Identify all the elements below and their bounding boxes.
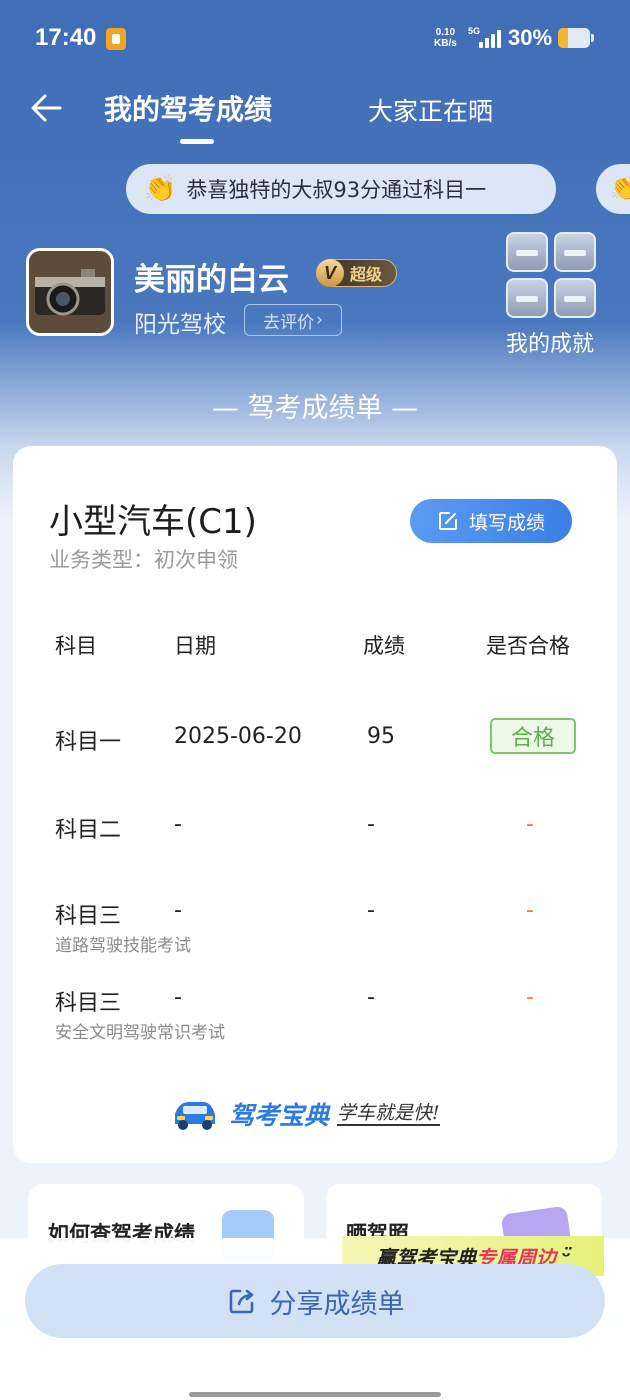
row-date: - bbox=[174, 812, 182, 837]
fill-score-label: 填写成绩 bbox=[468, 511, 545, 534]
row-score: - bbox=[367, 985, 375, 1010]
row-subtitle: 道路驾驶技能考试 bbox=[55, 936, 191, 956]
net-speed: 0.10 KB/s bbox=[434, 27, 457, 49]
row-date: - bbox=[174, 898, 182, 923]
back-arrow-icon[interactable] bbox=[28, 88, 68, 128]
row-score: - bbox=[367, 898, 375, 923]
avatar[interactable] bbox=[26, 248, 114, 336]
congrats-ticker[interactable]: 👏 恭喜独特的大叔93分通过科目一 bbox=[126, 164, 556, 214]
tab-my-scores[interactable]: 我的驾考成绩 bbox=[104, 88, 272, 128]
row-date: - bbox=[174, 985, 182, 1010]
notification-icon bbox=[106, 28, 126, 50]
home-indicator[interactable] bbox=[189, 1392, 441, 1397]
edit-icon bbox=[438, 512, 457, 530]
row-date: 2025-06-20 bbox=[174, 724, 302, 749]
row-subject: 科目三 bbox=[55, 904, 122, 929]
clapping-hands-icon: 👏 bbox=[610, 174, 630, 202]
row-subject: 科目一 bbox=[55, 730, 122, 755]
clapping-hands-icon: 👏 bbox=[144, 174, 177, 204]
vip-level: 超级 bbox=[350, 265, 383, 284]
achievement-badges[interactable] bbox=[506, 232, 598, 320]
row-subtitle: 安全文明驾驶常识考试 bbox=[55, 1023, 225, 1043]
brand-slogan: 学车就是快! bbox=[337, 1102, 440, 1126]
badge-icon bbox=[506, 232, 548, 272]
header-date: 日期 bbox=[174, 634, 216, 658]
battery-icon bbox=[558, 28, 590, 48]
status-time: 17:40 bbox=[35, 24, 97, 51]
signal-icon bbox=[479, 30, 503, 48]
net-speed-unit: KB/s bbox=[434, 38, 457, 49]
row-score: - bbox=[367, 812, 375, 837]
pass-status-badge: 合格 bbox=[490, 718, 576, 754]
header-pass: 是否合格 bbox=[486, 634, 570, 658]
rate-school-button[interactable]: 去评价 › bbox=[244, 304, 342, 336]
brand-logo: 驾考宝典 学车就是快! bbox=[169, 1094, 440, 1134]
row-score: 95 bbox=[367, 724, 395, 749]
rate-button-label: 去评价 bbox=[263, 312, 315, 333]
battery-percent: 30% bbox=[508, 25, 553, 50]
username: 美丽的白云 bbox=[134, 262, 289, 298]
row-subject: 科目二 bbox=[55, 818, 122, 843]
share-scorecard-button[interactable]: 分享成绩单 bbox=[25, 1264, 605, 1338]
status-bar: 17:40 0.10 KB/s 5G 30% bbox=[0, 0, 630, 80]
battery-cap bbox=[591, 34, 594, 42]
business-type: 业务类型：初次申领 bbox=[49, 548, 238, 572]
tab-everyone-sharing[interactable]: 大家正在晒 bbox=[368, 92, 493, 128]
ticker-message: 恭喜独特的大叔93分通过科目一 bbox=[186, 178, 487, 202]
row-subject: 科目三 bbox=[55, 991, 122, 1016]
header-subject: 科目 bbox=[55, 634, 97, 658]
row-pass-status: - bbox=[526, 812, 534, 837]
badge-icon bbox=[554, 232, 596, 272]
section-title: — 驾考成绩单 — bbox=[211, 393, 419, 424]
share-icon bbox=[229, 1289, 253, 1314]
vip-letter: V bbox=[316, 259, 344, 287]
brand-name: 驾考宝典 bbox=[229, 1101, 330, 1130]
net-speed-value: 0.10 bbox=[435, 27, 456, 38]
car-logo-icon bbox=[175, 1102, 215, 1130]
tab-active-indicator bbox=[180, 139, 214, 144]
driving-school: 阳光驾校 bbox=[134, 312, 226, 338]
row-pass-status: - bbox=[526, 898, 534, 923]
my-achievements-link[interactable]: 我的成就 bbox=[506, 326, 594, 358]
badge-icon bbox=[506, 278, 548, 318]
chevron-right-icon: › bbox=[316, 310, 323, 330]
vip-badge[interactable]: V 超级 bbox=[316, 259, 397, 287]
score-card: 小型汽车(C1) 业务类型：初次申领 填写成绩 科目 日期 成绩 是否合格 科目… bbox=[13, 446, 617, 1163]
share-button-label: 分享成绩单 bbox=[269, 1288, 405, 1320]
badge-icon bbox=[554, 278, 596, 318]
row-pass-status: - bbox=[526, 985, 534, 1010]
fill-score-button[interactable]: 填写成绩 bbox=[410, 499, 572, 543]
license-type: 小型汽车(C1) bbox=[49, 502, 257, 542]
header-score: 成绩 bbox=[363, 634, 405, 658]
